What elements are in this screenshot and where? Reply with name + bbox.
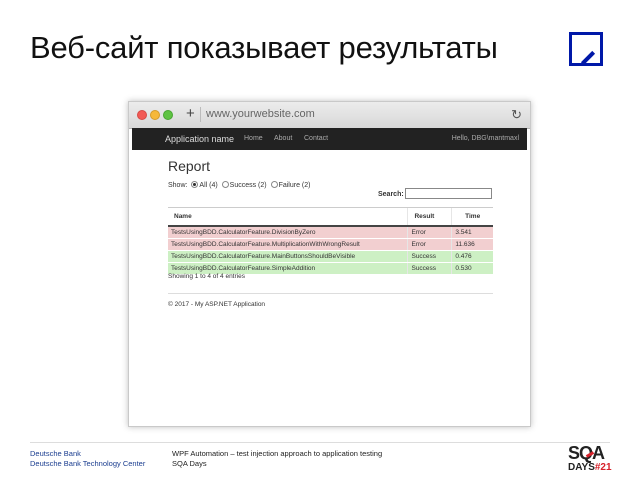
- row-time: 0.530: [451, 262, 493, 275]
- filter-success-radio[interactable]: [221, 181, 229, 188]
- sqa-days-logo-icon: SQA DAYS#21: [568, 443, 612, 473]
- column-header-time[interactable]: Time: [451, 207, 493, 227]
- search-input[interactable]: [405, 188, 492, 199]
- footer-divider: [168, 293, 493, 294]
- show-label: Show:: [168, 181, 188, 189]
- address-separator: [200, 107, 201, 122]
- site-footer: © 2017 - My ASP.NET Application: [168, 301, 266, 308]
- browser-window: + www.yourwebsite.com ↻ Application name…: [128, 101, 531, 427]
- row-time: 11.636: [451, 238, 493, 251]
- filter-all-label[interactable]: All (4): [199, 182, 217, 189]
- nav-contact[interactable]: Contact: [304, 135, 328, 142]
- filter-failure-label[interactable]: Failure (2): [279, 182, 311, 189]
- column-header-result[interactable]: Result: [407, 207, 452, 227]
- filter-all-radio[interactable]: [191, 181, 199, 188]
- filter-failure-radio[interactable]: [270, 181, 278, 188]
- slide-title: Веб-сайт показывает результаты: [30, 30, 498, 65]
- row-result: Success: [407, 250, 452, 263]
- company-unit: Deutsche Bank Technology Center: [30, 459, 146, 468]
- minimize-window-icon[interactable]: [150, 110, 160, 120]
- results-table: Name Result Time TestsUsingBDD.Calculato…: [168, 207, 493, 275]
- entries-info: Showing 1 to 4 of 4 entries: [168, 273, 245, 280]
- nav-brand[interactable]: Application name: [165, 134, 234, 144]
- table-row: TestsUsingBDD.CalculatorFeature.MainButt…: [168, 250, 493, 263]
- slide-footer-talk: WPF Automation – test injection approach…: [172, 449, 382, 469]
- search-label: Search:: [378, 191, 404, 198]
- row-time: 3.541: [451, 226, 493, 239]
- reload-icon[interactable]: ↻: [511, 107, 522, 123]
- browser-toolbar: + www.yourwebsite.com ↻: [129, 102, 530, 129]
- slide-footer-company: Deutsche Bank Deutsche Bank Technology C…: [30, 449, 145, 469]
- close-window-icon[interactable]: [137, 110, 147, 120]
- new-tab-icon[interactable]: +: [186, 106, 195, 122]
- slide-footer-rule: [30, 442, 610, 443]
- nav-user-greeting[interactable]: Hello, DBG\mantmaxl: [452, 135, 519, 142]
- row-time: 0.476: [451, 250, 493, 263]
- row-name: TestsUsingBDD.CalculatorFeature.MainButt…: [168, 250, 408, 263]
- row-name: TestsUsingBDD.CalculatorFeature.Division…: [168, 226, 408, 239]
- nav-home[interactable]: Home: [244, 135, 263, 142]
- row-result: Success: [407, 262, 452, 275]
- site-navbar: Application name Home About Contact Hell…: [132, 128, 527, 150]
- company-name: Deutsche Bank: [30, 449, 81, 458]
- filter-row: Show: All (4) Success (2) Failure (2): [168, 181, 310, 189]
- report-title: Report: [168, 158, 211, 174]
- conference-name: SQA Days: [172, 459, 207, 468]
- row-name: TestsUsingBDD.CalculatorFeature.Multipli…: [168, 238, 408, 251]
- deutsche-bank-logo-icon: [569, 32, 603, 66]
- table-row: TestsUsingBDD.CalculatorFeature.Division…: [168, 226, 493, 239]
- nav-about[interactable]: About: [274, 135, 292, 142]
- address-bar[interactable]: www.yourwebsite.com: [206, 108, 315, 120]
- table-row: TestsUsingBDD.CalculatorFeature.Multipli…: [168, 238, 493, 251]
- row-result: Error: [407, 238, 452, 251]
- maximize-window-icon[interactable]: [163, 110, 173, 120]
- row-result: Error: [407, 226, 452, 239]
- talk-title: WPF Automation – test injection approach…: [172, 449, 383, 458]
- column-header-name[interactable]: Name: [168, 207, 408, 227]
- filter-success-label[interactable]: Success (2): [230, 182, 267, 189]
